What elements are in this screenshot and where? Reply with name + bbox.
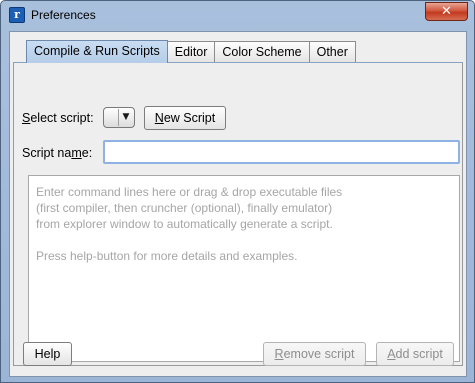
tab-editor[interactable]: Editor bbox=[166, 41, 216, 63]
title-bar[interactable]: r Preferences ✕ bbox=[1, 1, 474, 29]
new-script-button[interactable]: New Script bbox=[144, 106, 226, 130]
tab-strip: Compile & Run Scripts Editor Color Schem… bbox=[26, 40, 356, 63]
app-icon: r bbox=[9, 7, 25, 23]
script-commands-textarea[interactable]: Enter command lines here or drag & drop … bbox=[28, 175, 460, 362]
tab-compile-run-scripts[interactable]: Compile & Run Scripts bbox=[26, 40, 168, 63]
script-name-input[interactable] bbox=[103, 140, 460, 164]
placeholder-line: Enter command lines here or drag & drop … bbox=[36, 185, 343, 199]
dialog-body: Compile & Run Scripts Editor Color Schem… bbox=[9, 31, 467, 377]
placeholder-line: Press help-button for more details and e… bbox=[36, 249, 298, 263]
add-script-button[interactable]: Add script bbox=[376, 342, 454, 366]
remove-script-button[interactable]: Remove script bbox=[263, 342, 366, 366]
preferences-window: r Preferences ✕ Compile & Run Scripts Ed… bbox=[0, 0, 475, 383]
placeholder-line: (first compiler, then cruncher (optional… bbox=[36, 201, 333, 215]
window-title: Preferences bbox=[31, 8, 96, 22]
dropdown-arrow-icon: ▼ bbox=[118, 109, 133, 126]
compile-run-panel: Select script: ▼ New Script Script name:… bbox=[13, 62, 463, 366]
placeholder-line: from explorer window to automatically ge… bbox=[36, 217, 333, 231]
tab-other[interactable]: Other bbox=[308, 41, 356, 63]
tab-color-scheme[interactable]: Color Scheme bbox=[214, 41, 310, 63]
select-script-dropdown[interactable]: ▼ bbox=[103, 107, 135, 128]
help-button[interactable]: Help bbox=[23, 342, 72, 366]
script-name-label: Script name: bbox=[22, 146, 93, 160]
select-script-label: Select script: bbox=[22, 111, 94, 125]
close-button[interactable]: ✕ bbox=[425, 2, 468, 21]
placeholder-gap bbox=[36, 232, 452, 248]
